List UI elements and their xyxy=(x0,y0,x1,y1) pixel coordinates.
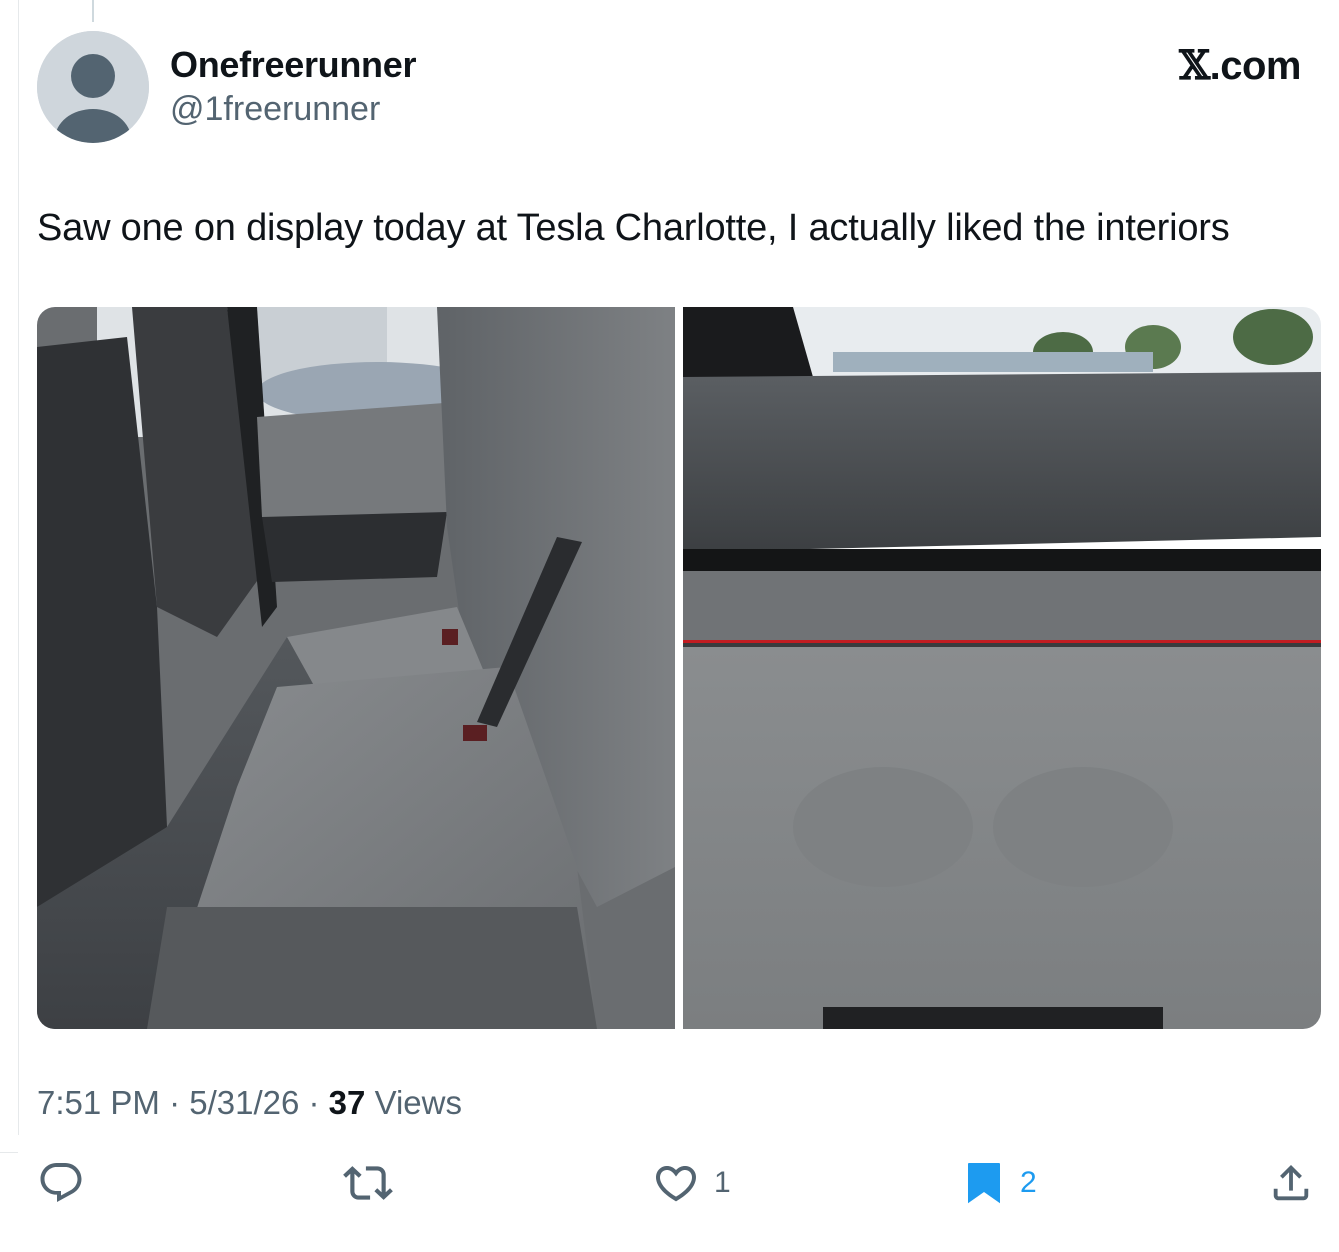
x-brand-logo[interactable]: 𝕏.com xyxy=(1179,42,1301,89)
bookmark-button[interactable]: 2 xyxy=(962,1158,1037,1208)
like-count: 1 xyxy=(714,1166,731,1199)
timestamp-time[interactable]: 7:51 PM xyxy=(37,1084,160,1121)
bookmark-icon xyxy=(968,1163,1000,1204)
avatar[interactable] xyxy=(37,31,149,143)
like-button[interactable]: 1 xyxy=(652,1158,731,1208)
repost-button[interactable] xyxy=(343,1158,407,1208)
bookmark-count: 2 xyxy=(1020,1166,1037,1199)
timestamp-date[interactable]: 5/31/26 xyxy=(189,1084,299,1121)
media-photo-dashboard[interactable] xyxy=(683,307,1321,1029)
views-count: 37 xyxy=(328,1084,366,1121)
meta-separator: · xyxy=(159,1084,190,1121)
meta-separator: · xyxy=(299,1084,329,1121)
repost-icon xyxy=(343,1166,393,1200)
author-handle[interactable]: @1freerunner xyxy=(170,90,380,129)
views-label: Views xyxy=(374,1084,462,1121)
media-photo-rear-seat[interactable] xyxy=(37,307,675,1029)
divider xyxy=(0,1152,18,1153)
share-button[interactable] xyxy=(1268,1158,1314,1208)
default-avatar-icon xyxy=(37,31,149,143)
x-logo-suffix: .com xyxy=(1209,44,1302,88)
author-display-name[interactable]: Onefreerunner xyxy=(170,44,416,86)
tweet-text: Saw one on display today at Tesla Charlo… xyxy=(37,207,1230,249)
tweet-meta: 7:51 PM · 5/31/26 · 37 Views xyxy=(37,1084,462,1122)
share-icon xyxy=(1273,1164,1309,1201)
thread-line xyxy=(18,0,19,1135)
heart-icon xyxy=(655,1166,697,1202)
thread-connector xyxy=(92,0,94,22)
x-logo-mark: 𝕏 xyxy=(1179,42,1210,89)
reply-icon xyxy=(40,1163,82,1203)
reply-button[interactable] xyxy=(37,1158,99,1208)
